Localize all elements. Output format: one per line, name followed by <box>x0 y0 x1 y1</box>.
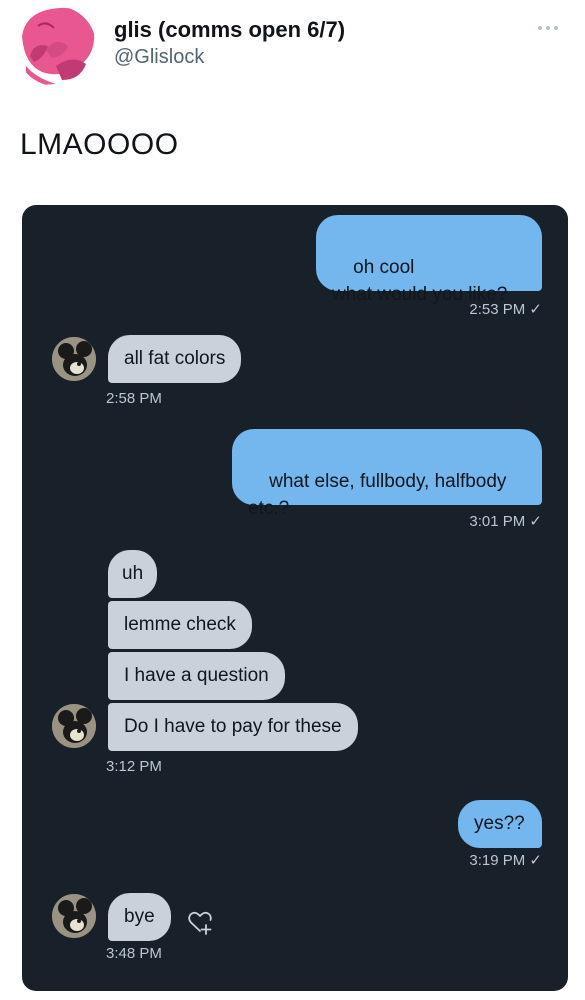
incoming-message: lemme check <box>108 601 252 649</box>
sender-avatar[interactable] <box>52 894 96 938</box>
mickey-avatar-icon <box>52 337 96 381</box>
mickey-avatar-icon <box>52 704 96 748</box>
message-text: lemme check <box>124 614 236 635</box>
tweet-text: LMAOOOO <box>20 128 179 161</box>
outgoing-message: oh cool what would you like? <box>316 215 542 305</box>
message-text: bye <box>124 906 155 927</box>
incoming-message: uh <box>108 550 158 598</box>
dm-screenshot[interactable]: oh cool what would you like? 2:53 PM ✓ a… <box>22 205 568 991</box>
message-time: 3:01 PM ✓ <box>469 513 542 530</box>
message-time: 3:12 PM <box>106 758 162 775</box>
incoming-message: I have a question <box>108 652 285 700</box>
more-options-icon[interactable] <box>533 22 563 34</box>
profile-avatar[interactable] <box>16 6 96 86</box>
tweet-header: glis (comms open 6/7) @Glislock <box>0 0 585 100</box>
outgoing-message: what else, fullbody, halfbody etc.? <box>232 429 542 519</box>
message-text: uh <box>122 563 144 584</box>
incoming-message: all fat colors <box>108 335 242 383</box>
incoming-message: bye <box>108 893 171 941</box>
message-text: what else, fullbody, halfbody etc.? <box>248 471 507 519</box>
message-text: Do I have to pay for these <box>124 716 342 737</box>
display-name[interactable]: glis (comms open 6/7) <box>114 17 345 43</box>
message-text: I have a question <box>124 665 269 686</box>
message-text: yes?? <box>474 813 525 834</box>
avatar-art <box>16 6 96 86</box>
message-time: 3:19 PM ✓ <box>469 852 542 869</box>
heart-plus-icon[interactable] <box>186 908 214 936</box>
mickey-avatar-icon <box>52 894 96 938</box>
incoming-message: Do I have to pay for these <box>108 703 358 751</box>
outgoing-message: yes?? <box>458 800 542 848</box>
message-time: 3:48 PM <box>106 945 162 962</box>
message-text: all fat colors <box>124 348 226 369</box>
message-text: oh cool what would you like? <box>332 257 508 305</box>
sender-avatar[interactable] <box>52 704 96 748</box>
message-time: 2:53 PM ✓ <box>469 301 542 318</box>
message-time: 2:58 PM <box>106 390 162 407</box>
sender-avatar[interactable] <box>52 337 96 381</box>
user-handle[interactable]: @Glislock <box>114 44 345 70</box>
